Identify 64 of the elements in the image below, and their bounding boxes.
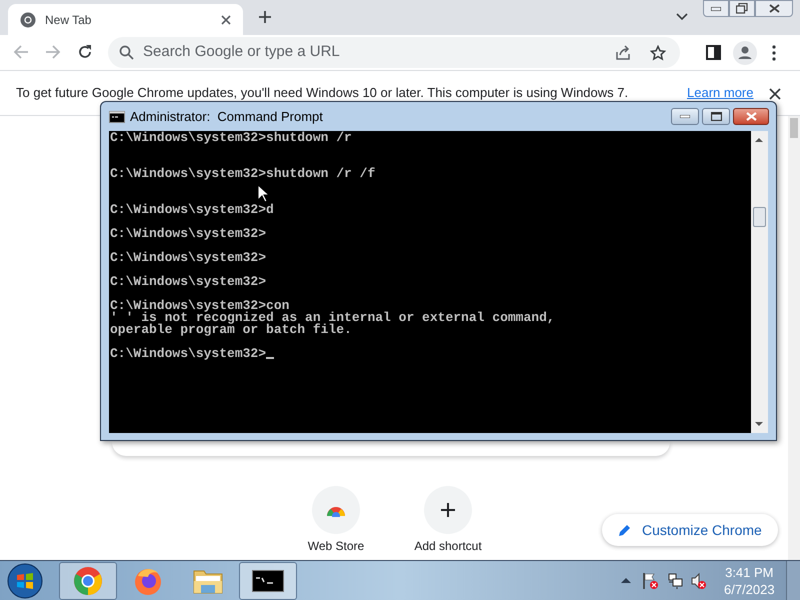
close-icon[interactable] bbox=[221, 14, 231, 24]
network-icon[interactable] bbox=[666, 572, 684, 590]
console-icon bbox=[252, 570, 284, 592]
console-app-icon bbox=[109, 110, 125, 122]
show-hidden-icons-icon[interactable] bbox=[621, 577, 631, 583]
tab-title: New Tab bbox=[45, 12, 92, 28]
scrollbar[interactable] bbox=[788, 116, 800, 560]
reload-icon[interactable] bbox=[77, 44, 93, 60]
address-bar[interactable]: Search Google or type a URL bbox=[108, 37, 680, 68]
console-line: C:\Windows\system32>d bbox=[110, 204, 274, 216]
shortcut-label: Add shortcut bbox=[414, 540, 482, 553]
chrome-icon bbox=[73, 566, 103, 596]
customize-chrome-button[interactable]: Customize Chrome bbox=[602, 514, 778, 546]
close-icon[interactable] bbox=[769, 88, 781, 100]
restore-button[interactable] bbox=[729, 0, 755, 17]
volume-icon[interactable] bbox=[690, 572, 708, 590]
shortcut-tile[interactable]: Web Store bbox=[288, 486, 384, 553]
close-button[interactable] bbox=[755, 0, 793, 17]
plus-icon bbox=[257, 9, 273, 25]
star-icon[interactable] bbox=[650, 44, 666, 60]
console-line: C:\Windows\system32> bbox=[110, 252, 266, 264]
scrollbar[interactable] bbox=[751, 131, 768, 433]
clock-time: 3:41 PM bbox=[725, 564, 774, 581]
scroll-down-icon[interactable] bbox=[755, 422, 763, 427]
dropdown-icon[interactable] bbox=[676, 13, 688, 21]
flag-icon[interactable] bbox=[642, 572, 660, 590]
restore-icon bbox=[736, 3, 748, 14]
search-icon bbox=[119, 45, 134, 60]
console-line: C:\Windows\system32> bbox=[110, 228, 266, 240]
maximize-button[interactable] bbox=[702, 108, 730, 125]
plus-icon bbox=[441, 503, 455, 517]
share-icon[interactable] bbox=[615, 44, 631, 60]
minimize-icon bbox=[711, 6, 721, 10]
close-icon bbox=[746, 112, 756, 121]
infobar-message: To get future Google Chrome updates, you'll need Windows 10 or later. This computer is using Windows 7. bbox=[16, 84, 628, 102]
omnibox-input[interactable]: Search Google or type a URL bbox=[143, 41, 583, 64]
console-line: C:\Windows\system32> bbox=[110, 276, 266, 288]
pencil-icon bbox=[618, 523, 632, 537]
learn-more-link[interactable]: Learn more bbox=[687, 83, 754, 103]
clock-date: 6/7/2023 bbox=[724, 581, 775, 598]
close-button[interactable] bbox=[733, 108, 769, 125]
taskbar-button[interactable] bbox=[239, 562, 297, 600]
text-cursor bbox=[266, 357, 274, 359]
mouse-pointer-icon bbox=[257, 184, 269, 203]
shortcut-tile[interactable]: Add shortcut bbox=[400, 486, 496, 553]
maximize-icon bbox=[710, 112, 722, 121]
profile-icon[interactable] bbox=[733, 41, 757, 65]
scroll-up-icon[interactable] bbox=[755, 137, 763, 142]
close-icon bbox=[768, 4, 780, 13]
minimize-button[interactable] bbox=[671, 108, 699, 125]
console-line: C:\Windows\system32>shutdown /r bbox=[110, 132, 352, 144]
shortcut-label: Web Store bbox=[308, 540, 364, 553]
prompt-line: C:\Windows\system32> bbox=[110, 348, 266, 360]
minimize-button[interactable] bbox=[703, 0, 729, 17]
side-panel-icon[interactable] bbox=[706, 45, 721, 60]
scroll-thumb[interactable] bbox=[753, 207, 766, 227]
console-line: ' ' is not recognized as an internal or external command, bbox=[110, 312, 555, 324]
console-line: operable program or batch file. bbox=[110, 324, 352, 336]
console-line: C:\Windows\system32>con bbox=[110, 300, 290, 312]
start-button[interactable] bbox=[6, 562, 44, 600]
console-line: C:\Windows\system32>shutdown /r /f bbox=[110, 168, 376, 180]
window-title: Administrator: Command Prompt bbox=[130, 108, 323, 126]
menu-icon[interactable] bbox=[772, 45, 776, 61]
browser-tab[interactable]: New Tab bbox=[8, 4, 243, 35]
